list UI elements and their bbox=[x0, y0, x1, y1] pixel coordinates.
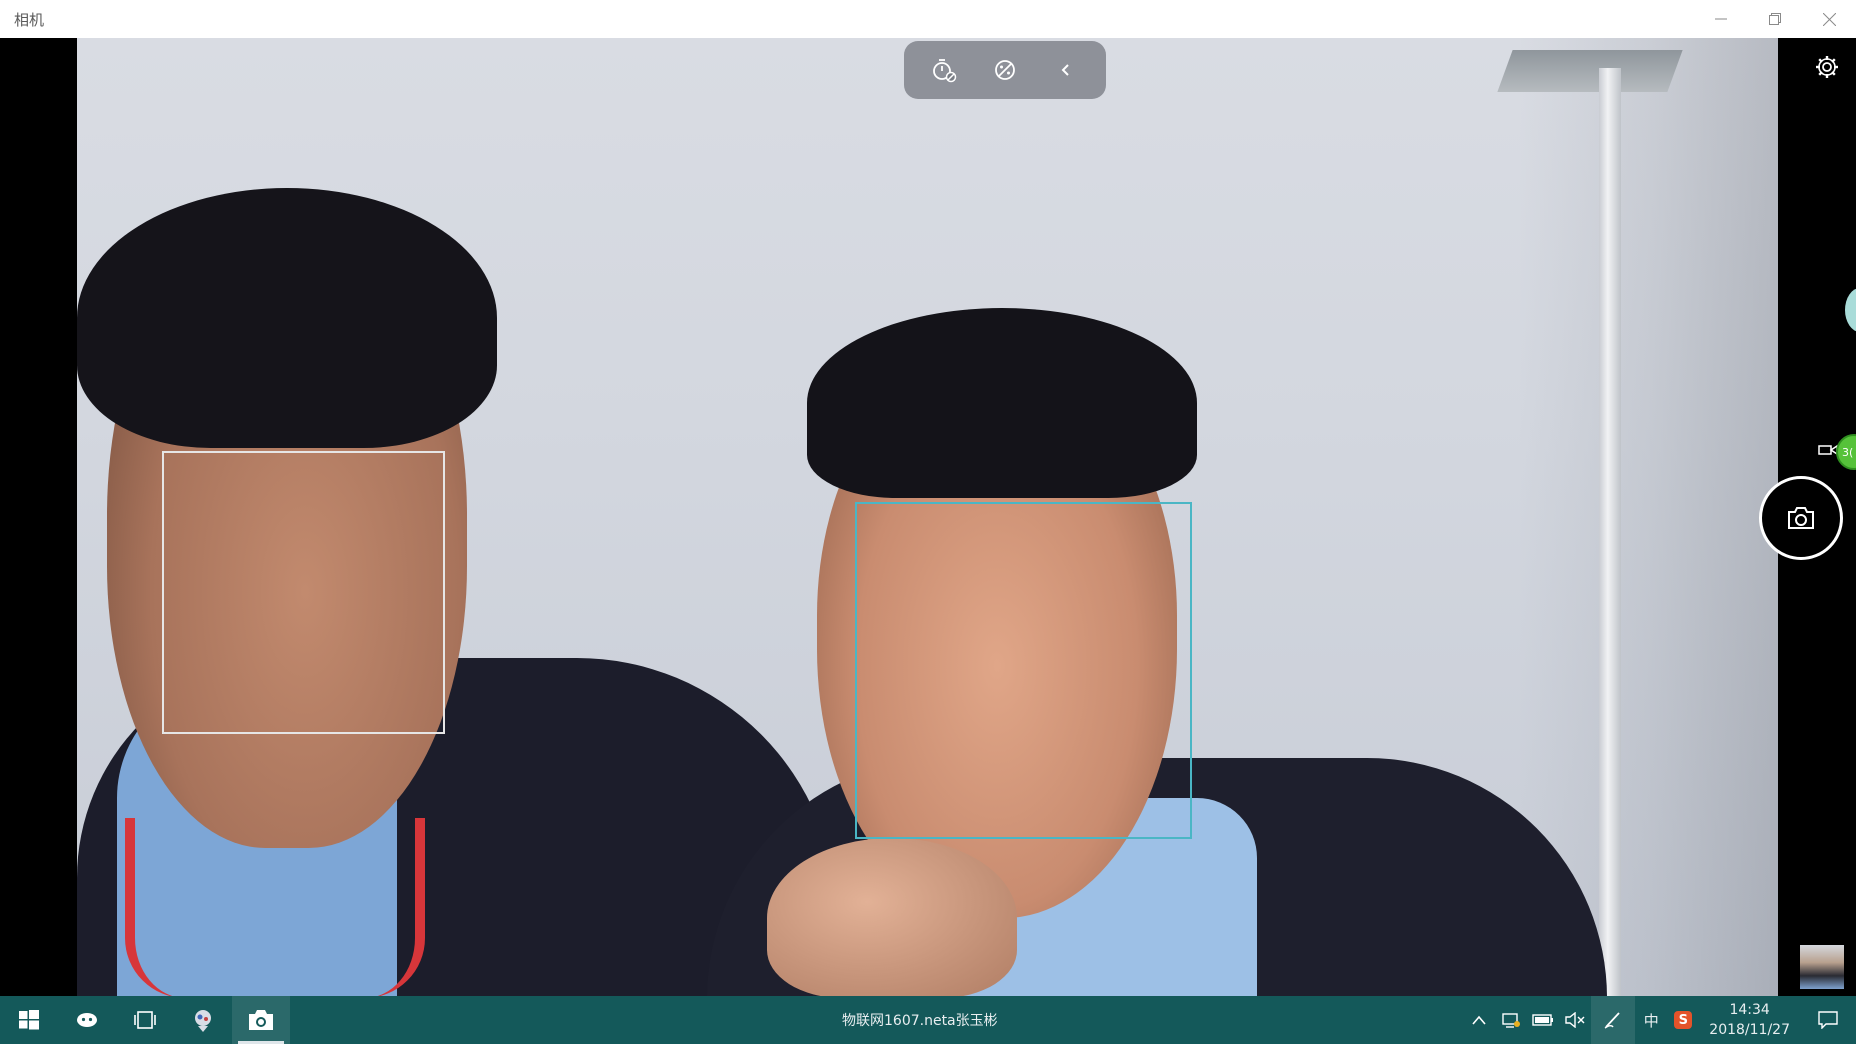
window-title: 相机 bbox=[14, 10, 45, 29]
taskbar-center-text: 物联网1607.neta张玉彬 bbox=[842, 1013, 998, 1029]
show-hidden-icons-button[interactable] bbox=[1463, 996, 1495, 1044]
overlay-badge[interactable]: 3( bbox=[1836, 434, 1856, 470]
collapse-chevron-icon bbox=[1061, 64, 1069, 76]
sogou-ime-button[interactable]: S bbox=[1667, 996, 1699, 1044]
hdr-off-icon bbox=[995, 60, 1015, 80]
clock-date: 2018/11/27 bbox=[1709, 1022, 1790, 1038]
taskbar: 物联网1607.neta张玉彬 中 S 14:34 2018/11/27 bbox=[0, 996, 1856, 1044]
app-icon bbox=[195, 1010, 211, 1032]
last-photo-thumbnail[interactable] bbox=[1800, 945, 1844, 989]
volume-tray-button[interactable] bbox=[1559, 996, 1591, 1044]
cortana-button[interactable] bbox=[58, 996, 116, 1044]
hdr-button[interactable] bbox=[990, 55, 1020, 85]
video-camera-icon bbox=[1818, 444, 1838, 456]
restore-button[interactable] bbox=[1748, 0, 1802, 38]
side-handle[interactable] bbox=[1845, 288, 1856, 332]
gear-icon bbox=[1816, 56, 1838, 78]
minimize-button[interactable] bbox=[1694, 0, 1748, 38]
photo-timer-button[interactable] bbox=[929, 55, 959, 85]
camera-app-icon bbox=[249, 1010, 273, 1030]
settings-button[interactable] bbox=[1814, 54, 1840, 80]
clock-time: 14:34 bbox=[1729, 1002, 1770, 1018]
close-icon bbox=[1822, 12, 1836, 26]
cortana-icon bbox=[77, 1013, 97, 1027]
start-button[interactable] bbox=[0, 996, 58, 1044]
volume-muted-icon bbox=[1565, 1012, 1585, 1028]
ime-indicator[interactable]: 中 bbox=[1635, 996, 1667, 1044]
task-view-icon bbox=[134, 1011, 156, 1029]
action-center-button[interactable] bbox=[1800, 996, 1856, 1044]
taskbar-app[interactable] bbox=[174, 996, 232, 1044]
task-view-button[interactable] bbox=[116, 996, 174, 1044]
ime-text: 中 bbox=[1643, 1011, 1659, 1030]
pen-tray-button[interactable] bbox=[1591, 996, 1636, 1044]
close-button[interactable] bbox=[1802, 0, 1856, 38]
battery-tray-button[interactable] bbox=[1527, 996, 1559, 1044]
network-icon bbox=[1502, 1013, 1521, 1028]
person-right-hair bbox=[807, 308, 1197, 498]
collapse-toolbar-button[interactable] bbox=[1051, 55, 1081, 85]
windows-start-icon bbox=[19, 1010, 39, 1030]
battery-icon bbox=[1532, 1014, 1554, 1026]
person-right-hand bbox=[767, 838, 1017, 996]
camera-app: 3( bbox=[0, 38, 1856, 996]
timer-off-icon bbox=[933, 59, 957, 83]
minimize-icon bbox=[1715, 18, 1727, 20]
network-tray-button[interactable] bbox=[1495, 996, 1527, 1044]
camera-preview bbox=[77, 38, 1778, 996]
video-mode-button[interactable] bbox=[1818, 442, 1838, 456]
take-photo-button[interactable] bbox=[1759, 476, 1843, 560]
face-detection-box bbox=[162, 451, 445, 734]
notification-icon bbox=[1818, 1011, 1838, 1029]
system-tray: 中 S 14:34 2018/11/27 bbox=[1463, 996, 1856, 1044]
sogou-text: S bbox=[1678, 1012, 1688, 1028]
title-bar: 相机 bbox=[0, 0, 1856, 38]
chevron-up-icon bbox=[1472, 1015, 1486, 1025]
face-detection-box-focused bbox=[855, 502, 1192, 839]
restore-icon bbox=[1769, 13, 1781, 25]
pen-icon bbox=[1604, 1012, 1620, 1029]
pipe-bracket bbox=[1497, 50, 1683, 92]
clock-button[interactable]: 14:34 2018/11/27 bbox=[1699, 996, 1800, 1044]
person-left-hair bbox=[77, 188, 497, 448]
sogou-icon: S bbox=[1674, 1011, 1693, 1029]
wall-pipe bbox=[1599, 68, 1621, 996]
camera-icon bbox=[1788, 507, 1814, 529]
window-controls bbox=[1694, 0, 1856, 38]
taskbar-camera[interactable] bbox=[232, 996, 290, 1044]
overlay-badge-text: 3( bbox=[1842, 445, 1854, 459]
taskbar-center-label: 物联网1607.neta张玉彬 bbox=[842, 996, 998, 1044]
top-toolbar bbox=[904, 41, 1106, 99]
